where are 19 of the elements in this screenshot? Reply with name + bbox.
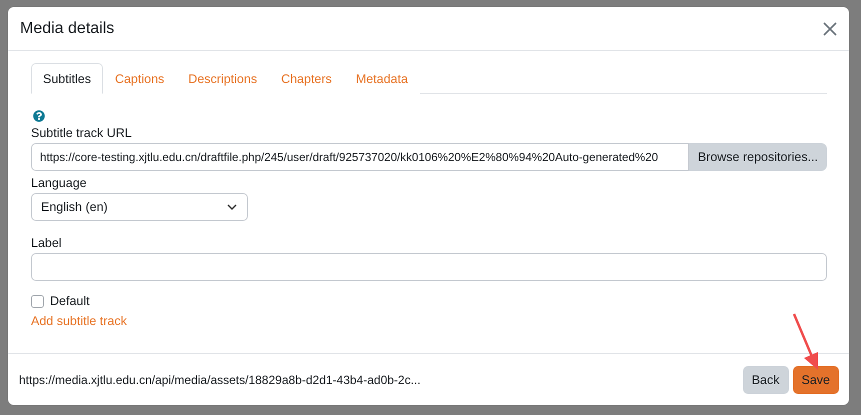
dialog-title: Media details (20, 20, 114, 38)
back-button[interactable]: Back (742, 366, 788, 394)
checkbox-label: Default (50, 294, 90, 308)
source-url: https://media.xjtlu.edu.cn/api/media/assets/18829a8b-d2d1-43b4-ad0b-2c... (19, 372, 421, 386)
close-button[interactable] (821, 20, 839, 38)
save-button[interactable]: Save (792, 366, 839, 394)
field-label: Subtitle track URL (31, 126, 133, 140)
browse-repositories-button[interactable]: Browse repositories... (688, 143, 827, 171)
label-input[interactable] (31, 253, 827, 281)
help-icon[interactable] (33, 110, 45, 122)
add-subtitle-track-link[interactable]: Add subtitle track (31, 314, 127, 328)
chevron-down-icon (227, 204, 237, 210)
url-field[interactable]: https://core-testing.xjtlu.edu.cn/draftfile.php/245/user/draft/925737020/kk0106%20%E2%80%94%20Auto-generated%20 (31, 143, 689, 171)
field-label: Language (31, 176, 88, 190)
tab[interactable]: Subtitles (31, 63, 103, 94)
checkbox[interactable] (31, 294, 44, 308)
field-label: Label (31, 236, 63, 250)
language-select[interactable]: English (en) (31, 193, 248, 221)
close-icon (823, 22, 837, 36)
